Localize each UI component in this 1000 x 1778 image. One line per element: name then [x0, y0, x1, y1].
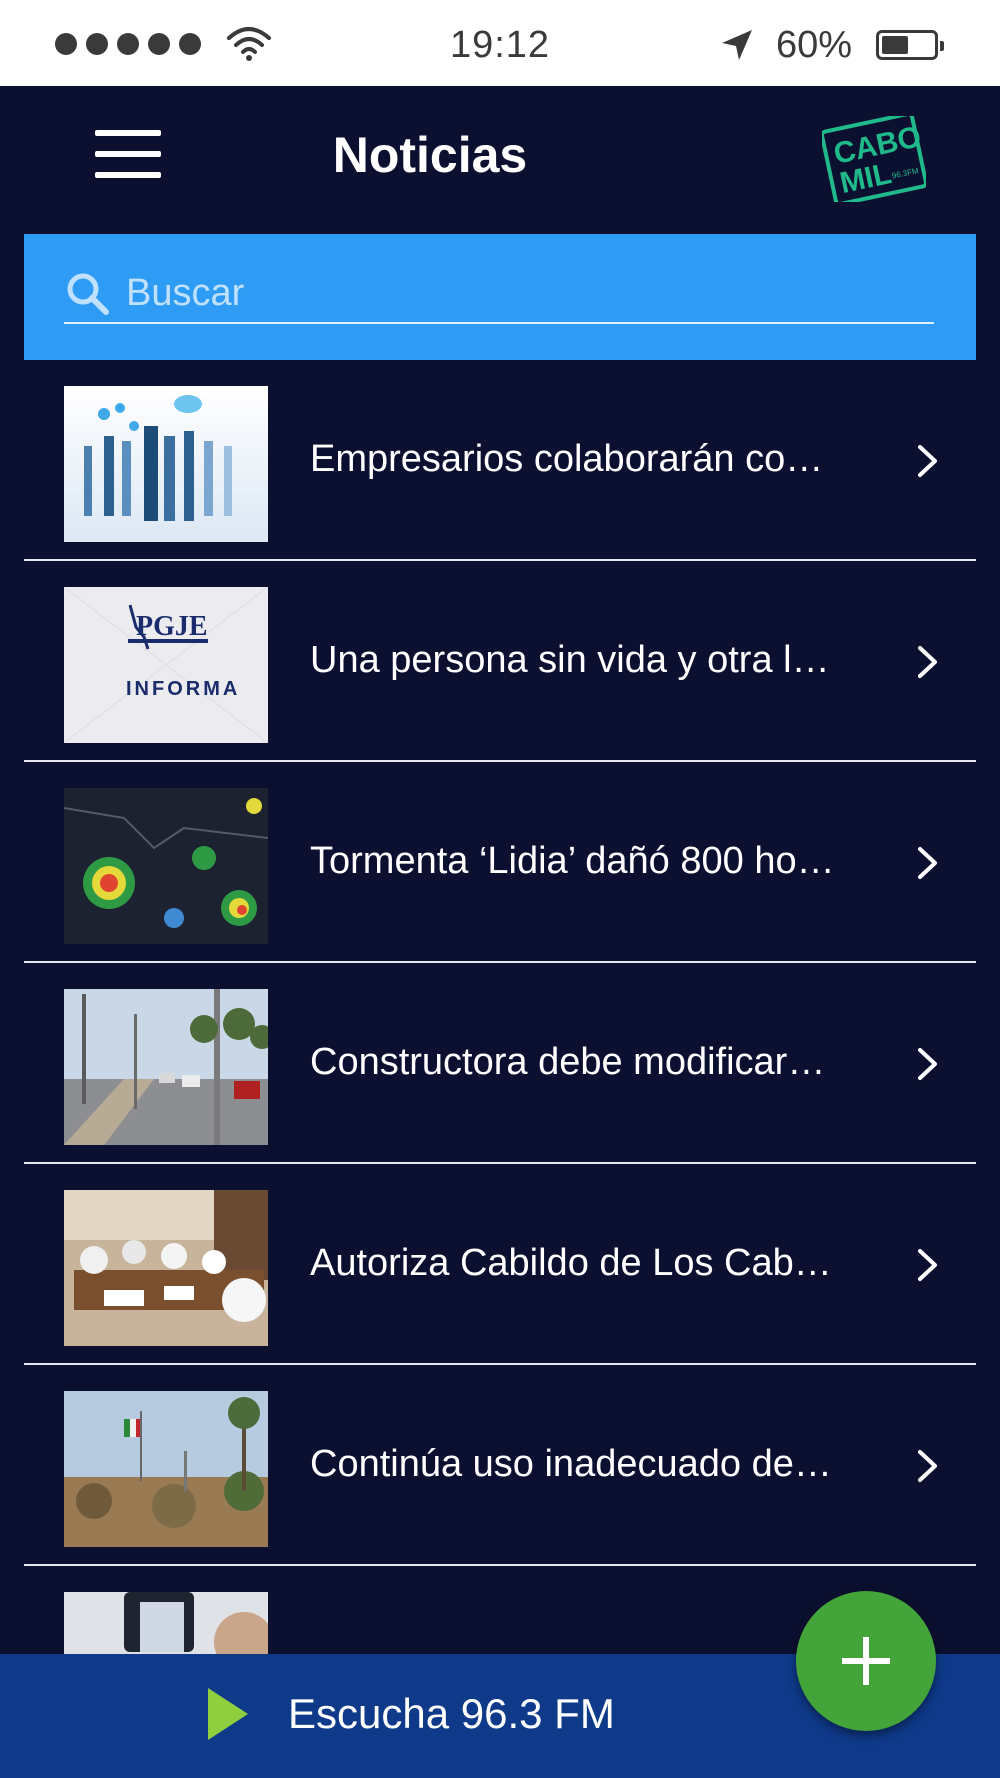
- chevron-right-icon: [918, 847, 937, 879]
- news-title: Empresarios colaborarán co…: [310, 438, 824, 480]
- chevron-right-icon: [918, 445, 937, 477]
- location-arrow-icon: [722, 30, 752, 60]
- chevron-right-icon: [918, 1249, 937, 1281]
- logo-text-fm: 96.3FM: [891, 166, 920, 181]
- search-bar: [24, 234, 976, 360]
- search-icon: [67, 273, 109, 315]
- news-list: Empresarios colaborarán co… PGJE INFORMA…: [24, 360, 976, 1740]
- news-thumbnail: [64, 1391, 268, 1547]
- news-thumbnail: [64, 788, 268, 944]
- thumb-text-pgje: PGJE: [136, 611, 208, 642]
- app-screen: Noticias CABO MIL 96.3FM Buscar Empresar…: [0, 86, 1000, 1778]
- chevron-right-icon: [918, 1450, 937, 1482]
- news-title: Tormenta ‘Lidia’ dañó 800 ho…: [310, 840, 835, 882]
- search-field: [64, 262, 934, 324]
- news-item[interactable]: Constructora debe modificar…: [24, 963, 976, 1164]
- news-item[interactable]: PGJE INFORMA Una persona sin vida y otra…: [24, 561, 976, 762]
- news-thumbnail: PGJE INFORMA: [64, 587, 268, 743]
- top-bar: Noticias CABO MIL 96.3FM: [0, 86, 1000, 234]
- cabo-mil-logo: CABO MIL 96.3FM: [822, 116, 926, 202]
- news-title: Constructora debe modificar…: [310, 1041, 826, 1083]
- news-title: Autoriza Cabildo de Los Cab…: [310, 1242, 832, 1284]
- thumb-text-informa: INFORMA: [126, 678, 240, 700]
- battery-percent: 60%: [776, 24, 853, 66]
- status-bar: 19:12 60%: [0, 0, 1000, 86]
- player-label: Escucha 96.3 FM: [288, 1690, 615, 1737]
- news-item[interactable]: Autoriza Cabildo de Los Cab…: [24, 1164, 976, 1365]
- chevron-right-icon: [918, 646, 937, 678]
- news-title: Una persona sin vida y otra l…: [310, 639, 830, 681]
- page-title: Noticias: [332, 127, 528, 183]
- news-thumbnail: [64, 386, 268, 542]
- news-item[interactable]: Empresarios colaborarán co…: [24, 360, 976, 561]
- news-item[interactable]: Continúa uso inadecuado de…: [24, 1365, 976, 1566]
- play-icon[interactable]: [206, 1686, 250, 1742]
- search-input[interactable]: [124, 264, 928, 322]
- news-thumbnail: [64, 1190, 268, 1346]
- news-thumbnail: [64, 989, 268, 1145]
- news-item[interactable]: Tormenta ‘Lidia’ dañó 800 ho…: [24, 762, 976, 963]
- battery-icon: [876, 30, 944, 60]
- add-fab-button[interactable]: [796, 1591, 936, 1731]
- chevron-right-icon: [918, 1048, 937, 1080]
- news-title: Continúa uso inadecuado de…: [310, 1443, 832, 1485]
